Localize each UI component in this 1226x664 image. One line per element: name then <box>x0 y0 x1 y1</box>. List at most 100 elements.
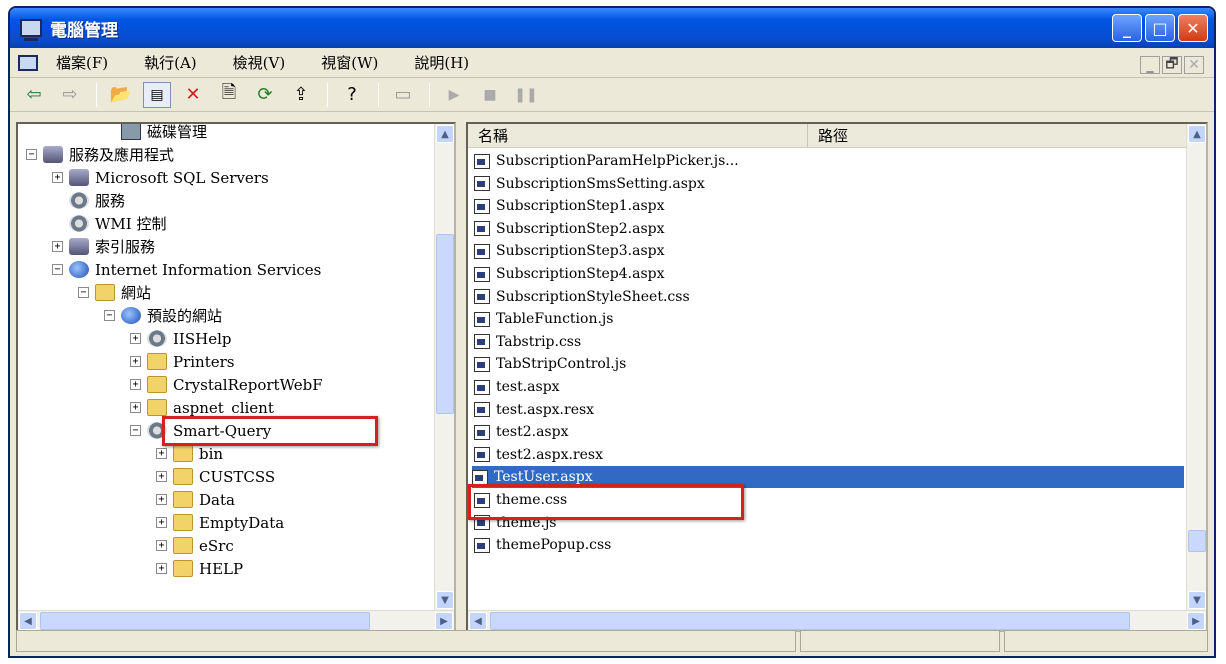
expand-toggle-icon[interactable]: + <box>156 563 167 574</box>
tree-node[interactable]: + EmptyData <box>156 511 284 534</box>
mdi-restore-button[interactable]: 🗗 <box>1162 56 1182 74</box>
file-row[interactable]: SubscriptionStep2.aspx <box>474 218 665 240</box>
menu-window[interactable]: 視窗(W) <box>321 52 378 73</box>
file-row[interactable]: SubscriptionSmsSetting.aspx <box>474 173 705 195</box>
close-button[interactable]: ✕ <box>1178 14 1208 42</box>
expand-toggle-icon[interactable]: + <box>130 333 141 344</box>
pause-icon[interactable]: ❚❚ <box>512 82 540 108</box>
file-row[interactable]: SubscriptionStep4.aspx <box>474 263 665 285</box>
menu-file[interactable]: 檔案(F) <box>56 52 108 73</box>
tree-scroll-thumb[interactable] <box>436 234 454 414</box>
expand-toggle-icon[interactable]: + <box>130 356 141 367</box>
file-row[interactable]: TabStripControl.js <box>474 353 626 375</box>
tree-node[interactable]: + Data <box>156 488 235 511</box>
tree-node[interactable]: − 預設的網站 <box>104 304 222 327</box>
expand-toggle-icon[interactable]: + <box>156 471 167 482</box>
list-scroll-up-icon[interactable]: ▲ <box>1188 125 1206 143</box>
tree-node[interactable]: + Microsoft SQL Servers <box>52 166 269 189</box>
stop-icon[interactable]: ■ <box>476 82 504 108</box>
scroll-up-icon[interactable]: ▲ <box>436 125 454 143</box>
file-row[interactable]: SubscriptionParamHelpPicker.js... <box>474 150 739 172</box>
tree-node-label: Internet Information Services <box>95 260 322 279</box>
expand-toggle-icon[interactable]: − <box>130 425 141 436</box>
tree-node[interactable]: + Printers <box>130 350 235 373</box>
file-row[interactable]: SubscriptionStep1.aspx <box>474 195 665 217</box>
expand-toggle-icon[interactable]: + <box>130 402 141 413</box>
mdi-minimize-button[interactable]: _ <box>1140 56 1160 74</box>
expand-toggle-icon[interactable]: + <box>156 517 167 528</box>
expand-toggle-icon[interactable]: − <box>52 264 63 275</box>
file-row[interactable]: Tabstrip.css <box>474 331 581 353</box>
expand-toggle-icon[interactable]: + <box>156 540 167 551</box>
menu-help[interactable]: 說明(H) <box>414 52 469 73</box>
minimize-button[interactable]: _ <box>1112 14 1142 42</box>
column-name-header[interactable]: 名稱 <box>468 124 808 147</box>
list-hscroll-thumb[interactable] <box>490 612 1130 630</box>
expand-toggle-icon[interactable]: − <box>104 310 115 321</box>
properties-icon[interactable]: 🗎 <box>215 82 243 108</box>
tree-node[interactable]: + HELP <box>156 557 243 580</box>
title-bar[interactable]: 電腦管理 _ □ ✕ <box>10 8 1214 48</box>
list-scroll-right-icon[interactable]: ▶ <box>1187 612 1205 630</box>
list-pane[interactable]: 名稱 路徑 SubscriptionParamHelpPicker.js... S… <box>466 122 1208 632</box>
list-horizontal-scrollbar[interactable]: ◀ ▶ <box>468 610 1206 630</box>
expand-toggle-icon[interactable]: + <box>156 494 167 505</box>
tree-node[interactable]: − 網站 <box>78 281 151 304</box>
scroll-down-icon[interactable]: ▼ <box>436 591 454 609</box>
tree-node[interactable]: − 服務及應用程式 <box>26 143 174 166</box>
scroll-left-icon[interactable]: ◀ <box>19 612 37 630</box>
refresh-icon[interactable]: ⟳ <box>251 82 279 108</box>
up-folder-icon[interactable]: 📂 <box>107 82 135 108</box>
tree-node[interactable]: + eSrc <box>156 534 234 557</box>
tree-node[interactable]: + CUSTCSS <box>156 465 275 488</box>
expand-toggle-icon[interactable]: + <box>130 379 141 390</box>
console-icon[interactable]: ▭ <box>389 82 417 108</box>
file-row[interactable]: test.aspx <box>474 376 560 398</box>
tree-node-label: CrystalReportWebF <box>173 375 323 394</box>
file-row[interactable]: SubscriptionStep3.aspx <box>474 240 665 262</box>
mdi-close-button[interactable]: ✕ <box>1184 56 1204 74</box>
tree-node[interactable]: 磁碟管理 <box>104 124 207 143</box>
expand-toggle-icon[interactable]: + <box>156 448 167 459</box>
tree-node-label: CUSTCSS <box>199 467 276 486</box>
tree-node[interactable]: + 索引服務 <box>52 235 155 258</box>
file-row[interactable]: test2.aspx.resx <box>474 444 603 466</box>
forward-icon[interactable]: ⇨ <box>56 82 84 108</box>
expand-toggle-icon[interactable]: + <box>52 172 63 183</box>
list-scroll-left-icon[interactable]: ◀ <box>469 612 487 630</box>
expand-toggle-icon[interactable]: − <box>26 149 37 160</box>
scroll-right-icon[interactable]: ▶ <box>435 612 453 630</box>
export-icon[interactable]: ⇪ <box>287 82 315 108</box>
back-icon[interactable]: ⇦ <box>20 82 48 108</box>
file-row[interactable]: test2.aspx <box>474 421 568 443</box>
tree-node[interactable]: 服務 <box>52 189 125 212</box>
list-vertical-scrollbar[interactable]: ▲ ▼ <box>1186 124 1206 610</box>
tree-node-label: aspnet_client <box>173 398 274 417</box>
menu-view[interactable]: 檢視(V) <box>233 52 286 73</box>
column-path-header[interactable]: 路徑 <box>808 124 1206 147</box>
console-menu-icon[interactable] <box>18 54 38 71</box>
play-icon[interactable]: ▶ <box>440 82 468 108</box>
expand-toggle-icon[interactable]: − <box>78 287 89 298</box>
maximize-button[interactable]: □ <box>1145 14 1175 42</box>
file-row[interactable]: SubscriptionStyleSheet.css <box>474 286 690 308</box>
file-row[interactable]: themePopup.css <box>474 534 611 556</box>
tree-node[interactable]: + IISHelp <box>130 327 231 350</box>
delete-icon[interactable]: ✕ <box>179 82 207 108</box>
list-scroll-down-icon[interactable]: ▼ <box>1188 591 1206 609</box>
help-icon[interactable]: ? <box>338 82 366 108</box>
show-hide-tree-icon[interactable]: ▤ <box>143 81 171 108</box>
tree-vertical-scrollbar[interactable]: ▲ ▼ <box>434 124 454 610</box>
tree-node[interactable]: − Internet Information Services <box>52 258 321 281</box>
file-row[interactable]: TableFunction.js <box>474 308 613 330</box>
tree-pane[interactable]: 磁碟管理 − 服務及應用程式 + Microsoft SQL Servers 服務 WMI … <box>16 122 456 632</box>
file-row[interactable]: test.aspx.resx <box>474 399 594 421</box>
expand-toggle-icon[interactable]: + <box>52 241 63 252</box>
aspx-file-icon <box>474 289 490 305</box>
tree-horizontal-scrollbar[interactable]: ◀ ▶ <box>18 610 454 630</box>
tree-node[interactable]: WMI 控制 <box>52 212 166 235</box>
list-scroll-thumb[interactable] <box>1188 530 1206 552</box>
tree-node[interactable]: + CrystalReportWebF <box>130 373 323 396</box>
tree-hscroll-thumb[interactable] <box>40 612 370 630</box>
menu-action[interactable]: 執行(A) <box>144 52 197 73</box>
